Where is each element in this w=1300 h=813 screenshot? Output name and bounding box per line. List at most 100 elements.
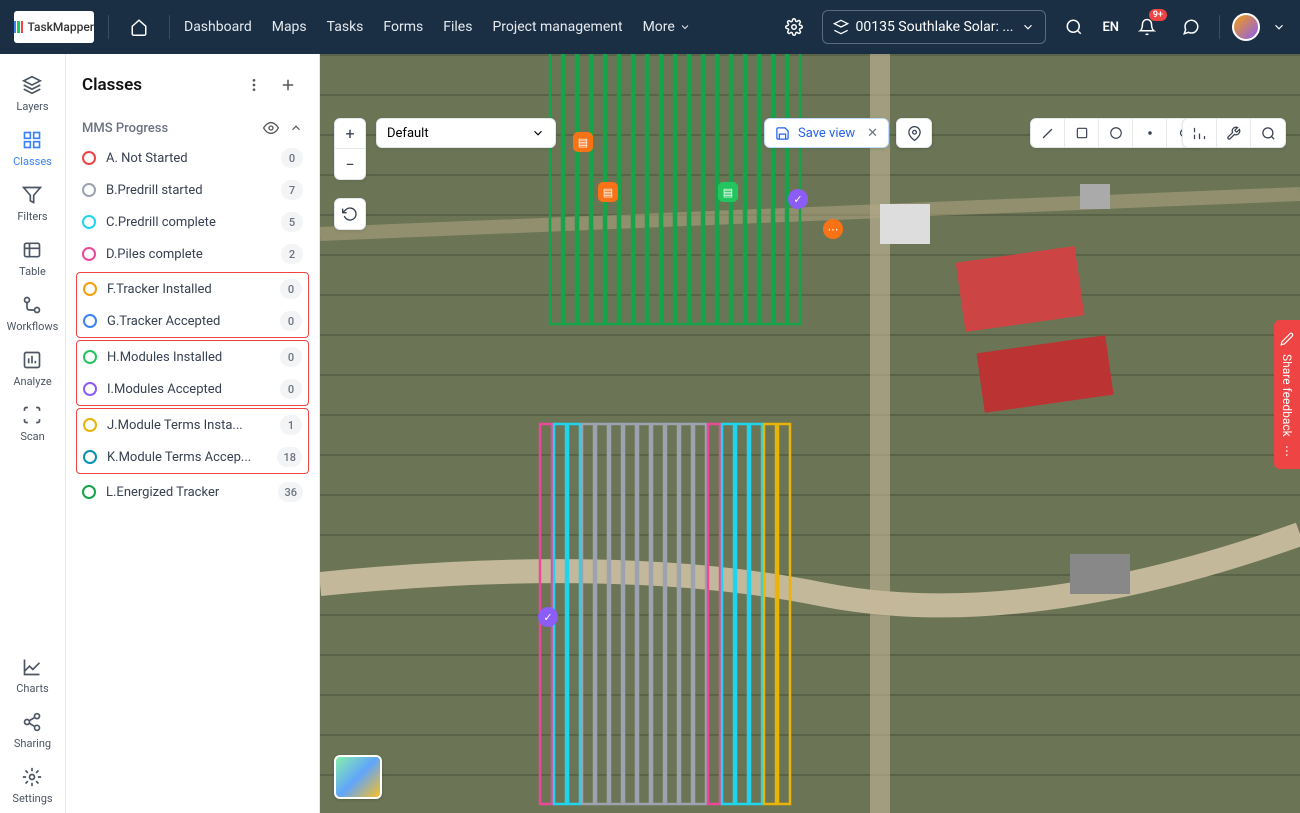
class-item[interactable]: G.Tracker Accepted0	[77, 305, 308, 337]
chevron-up-icon[interactable]	[289, 121, 303, 135]
search-icon[interactable]	[1058, 11, 1090, 43]
adjust-tool-icon[interactable]	[1183, 118, 1217, 148]
feedback-label: Share feedback	[1280, 354, 1294, 437]
bell-icon[interactable]: 9+	[1131, 11, 1163, 43]
map-marker-task[interactable]: ▤	[573, 132, 593, 152]
circle-tool-icon[interactable]	[1099, 118, 1133, 148]
reset-view-control	[334, 198, 366, 230]
zoom-in-button[interactable]: +	[335, 119, 365, 149]
class-count: 18	[277, 447, 302, 467]
eye-icon[interactable]	[263, 120, 279, 136]
class-label: L.Energized Tracker	[106, 485, 268, 500]
layers-icon	[21, 74, 43, 96]
chat-icon[interactable]	[1175, 11, 1207, 43]
layers-icon	[833, 19, 849, 35]
pin-tool-icon[interactable]	[897, 126, 931, 141]
project-label: 00135 Southlake Solar: ...	[855, 19, 1013, 35]
class-label: D.Piles complete	[106, 247, 271, 262]
class-count: 0	[280, 279, 302, 299]
nav-maps[interactable]: Maps	[272, 19, 307, 35]
map-marker-check[interactable]: ✓	[538, 607, 558, 627]
class-swatch	[82, 151, 96, 165]
left-rail: Layers ClassesFilters Table Workflows Analyz…	[0, 54, 66, 813]
funnel-icon	[21, 184, 43, 206]
chevron-down-icon	[1021, 20, 1035, 34]
class-item[interactable]: F.Tracker Installed 0	[77, 273, 308, 305]
map-marker-task[interactable]: ▤	[598, 182, 618, 202]
class-item[interactable]: B.Predrill started 7	[76, 174, 309, 206]
rail-classes[interactable]: Classes	[7, 121, 59, 176]
rail-sharing[interactable]: Sharing	[12, 703, 52, 758]
class-label: K.Module Terms Accep...	[107, 450, 267, 465]
nav-forms[interactable]: Forms	[383, 19, 423, 35]
class-item[interactable]: L.Energized Tracker 36	[76, 476, 309, 508]
logo[interactable]: TaskMapper	[14, 11, 94, 43]
class-item[interactable]: A. Not Started0	[76, 142, 309, 174]
class-label: I.Modules Accepted	[107, 382, 270, 397]
rail-workflows[interactable]: Workflows	[7, 286, 59, 341]
feedback-tab[interactable]: Share feedback ⋯	[1274, 320, 1300, 469]
settings-gear-icon[interactable]	[778, 11, 810, 43]
class-count: 2	[281, 244, 303, 264]
reset-rotation-button[interactable]	[335, 199, 365, 229]
zoom-out-button[interactable]: −	[335, 149, 365, 179]
nav-more[interactable]: More	[643, 19, 691, 35]
nav-dashboard[interactable]: Dashboard	[184, 19, 252, 35]
class-count: 7	[281, 180, 303, 200]
class-count: 36	[278, 482, 303, 502]
map-marker-more[interactable]: ⋯	[823, 219, 843, 239]
save-view-button[interactable]: Save view ✕	[764, 118, 889, 148]
class-label: H.Modules Installed	[107, 350, 270, 365]
view-selector[interactable]: Default	[376, 118, 556, 148]
class-item[interactable]: I.Modules Accepted0	[77, 373, 308, 405]
line-tool-icon[interactable]	[1031, 118, 1065, 148]
save-view-label: Save view	[798, 126, 855, 141]
avatar[interactable]	[1232, 13, 1260, 41]
class-item[interactable]: J.Module Terms Insta...1	[77, 409, 308, 441]
panel-menu-icon[interactable]	[239, 70, 269, 100]
class-item[interactable]: H.Modules Installed 0	[77, 341, 308, 373]
square-tool-icon[interactable]	[1065, 118, 1099, 148]
class-count: 0	[280, 347, 302, 367]
rail-settings[interactable]: Settings	[12, 758, 52, 813]
language-selector[interactable]: EN	[1102, 20, 1119, 35]
class-swatch	[82, 247, 96, 261]
map-marker-task[interactable]: ▤	[718, 182, 738, 202]
rail-table[interactable]: Table	[7, 231, 59, 286]
class-item[interactable]: K.Module Terms Accep... 18	[77, 441, 308, 473]
class-item[interactable]: D.Piles complete 2	[76, 238, 309, 270]
close-icon[interactable]: ✕	[867, 126, 878, 141]
rail-label: Workflows	[7, 320, 59, 333]
rail-scan[interactable]: Scan	[7, 396, 59, 451]
scan-icon	[21, 404, 43, 426]
basemap-toggle[interactable]	[334, 755, 382, 799]
rail-charts[interactable]: Charts	[12, 648, 52, 703]
project-selector[interactable]: 00135 Southlake Solar: ...	[822, 10, 1046, 44]
dot-tool-icon[interactable]	[1133, 118, 1167, 148]
nav-project-management[interactable]: Project management	[492, 19, 622, 35]
flow-icon	[21, 294, 43, 316]
search-tool-icon[interactable]	[1251, 118, 1285, 148]
class-swatch	[83, 450, 97, 464]
map-canvas[interactable]: ▤ ▤ ▤ ✓ ⋯ ✓ + − Default Save view ✕	[320, 54, 1300, 813]
nav-files[interactable]: Files	[443, 19, 472, 35]
rail-layers[interactable]: Layers	[7, 66, 59, 121]
map-marker-check[interactable]: ✓	[788, 189, 808, 209]
class-item[interactable]: C.Predrill complete5	[76, 206, 309, 238]
chevron-down-icon	[531, 126, 545, 140]
nav-tasks[interactable]: Tasks	[327, 19, 364, 35]
rail-analyze[interactable]: Analyze	[7, 341, 59, 396]
class-count: 0	[281, 148, 303, 168]
rail-label: Layers	[16, 100, 48, 113]
rail-label: Table	[19, 265, 46, 278]
home-icon[interactable]	[123, 11, 155, 43]
rail-filters[interactable]: Filters	[7, 176, 59, 231]
wrench-tool-icon[interactable]	[1217, 118, 1251, 148]
add-class-button[interactable]	[273, 70, 303, 100]
gear-icon	[21, 766, 43, 788]
class-label: F.Tracker Installed	[107, 282, 270, 297]
class-swatch	[82, 215, 96, 229]
class-label: B.Predrill started	[106, 183, 271, 198]
class-swatch	[83, 418, 97, 432]
chevron-down-icon[interactable]	[1272, 20, 1286, 34]
